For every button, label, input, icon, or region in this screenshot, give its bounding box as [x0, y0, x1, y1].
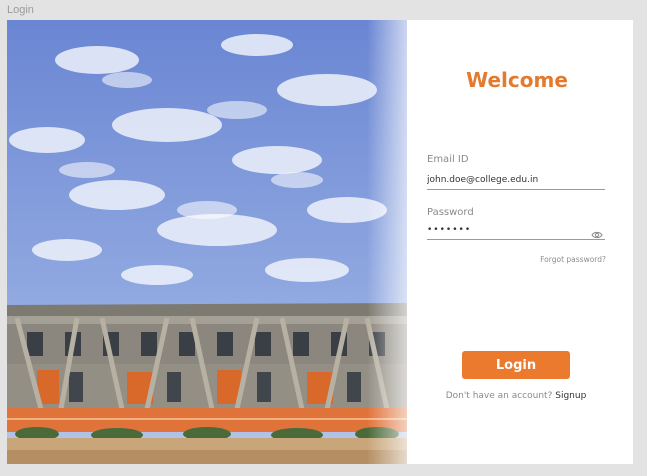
hero-image — [7, 20, 407, 464]
forgot-password-link[interactable]: Forgot password? — [527, 255, 606, 264]
signup-prompt: Don't have an account? — [445, 391, 553, 401]
hero-fade — [367, 20, 407, 464]
login-card: Welcome Email ID Password Forgot passwor… — [7, 20, 633, 464]
email-label: Email ID — [427, 154, 469, 165]
password-label: Password — [427, 207, 474, 218]
signup-line: Don't have an account? Signup — [427, 391, 605, 401]
password-field[interactable] — [427, 221, 605, 240]
signup-link[interactable]: Signup — [555, 391, 586, 401]
email-field[interactable] — [427, 171, 605, 190]
login-button[interactable]: Login — [462, 351, 570, 379]
login-form: Welcome Email ID Password Forgot passwor… — [427, 20, 633, 464]
window-title: Login — [7, 4, 34, 16]
eye-icon[interactable] — [591, 225, 603, 239]
welcome-heading: Welcome — [466, 68, 568, 92]
